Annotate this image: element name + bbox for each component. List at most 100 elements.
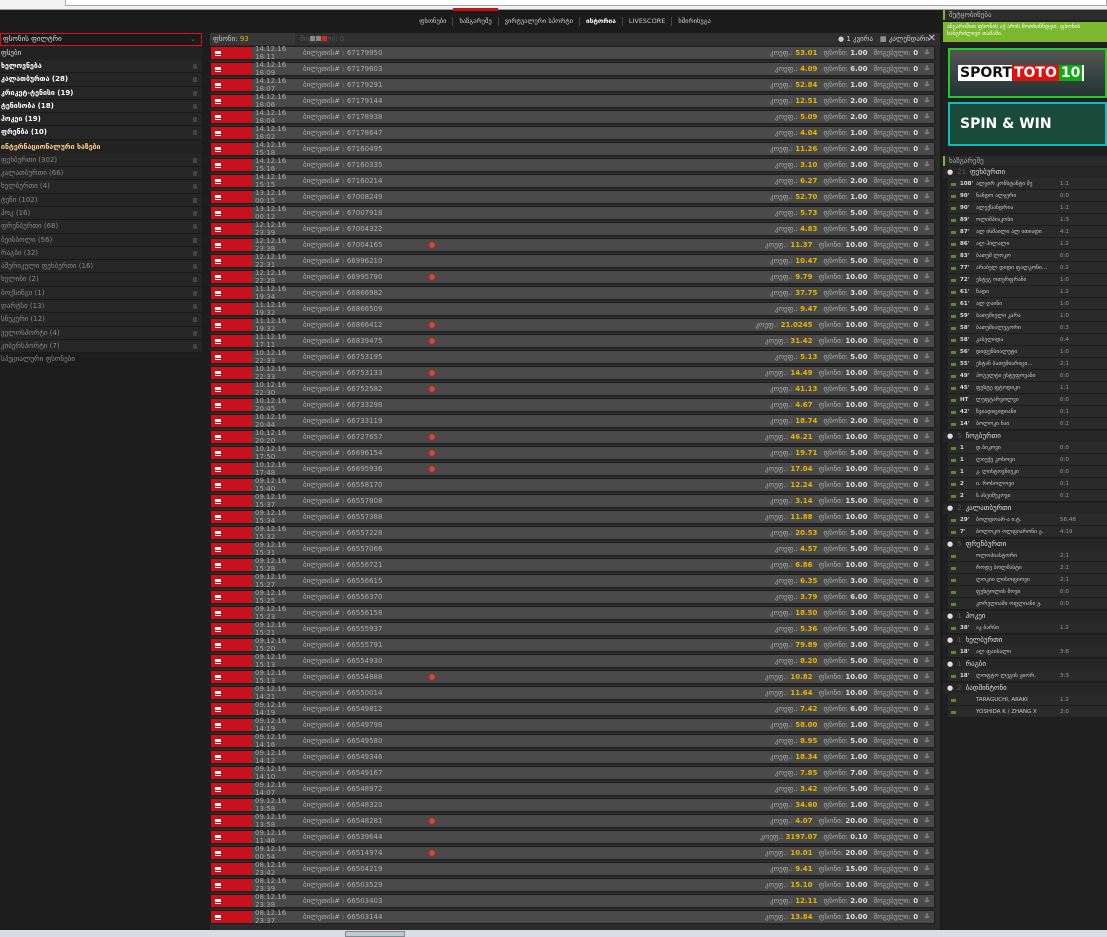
nav-history[interactable]: ისტორია	[579, 16, 622, 26]
checkbox[interactable]	[193, 264, 197, 270]
table-row[interactable]: 09.12.16 00:54 ბილეთის# : 66514974 კოეფ.: …	[210, 845, 935, 861]
table-row[interactable]: 09.12.16 14:12 ბილეთის# : 66549346 კოეფ.: …	[210, 749, 935, 765]
live-event[interactable]: კორელიამი ოფლიანი ჟ. 0:0	[948, 598, 1107, 610]
table-row[interactable]: 11.12.16 19:32 ბილეთის# : 66866412 კოეფ.: …	[210, 317, 935, 333]
sidebar-item[interactable]: დარტსი (13)	[0, 300, 202, 314]
expand-chevron-icon[interactable]: ≚	[924, 305, 930, 313]
expand-chevron-icon[interactable]: ≚	[924, 641, 930, 649]
expand-chevron-icon[interactable]: ≚	[924, 65, 930, 73]
table-row[interactable]: 08.12.16 23:38 ბილეთის# : 66503403 კოეფ.: …	[210, 893, 935, 909]
checkbox[interactable]	[193, 250, 197, 256]
expand-chevron-icon[interactable]: ≚	[924, 97, 930, 105]
live-event[interactable]: 56' დიფენსიალუტი 1:0	[948, 346, 1107, 358]
sidebar-item[interactable]: რაგბი (32)	[0, 247, 202, 261]
table-row[interactable]: 14.12.16 18:06 ბილეთის# : 67179144 კოეფ.: …	[210, 93, 935, 109]
table-row[interactable]: 14.12.16 18:02 ბილეთის# : 67178647 კოეფ.: …	[210, 125, 935, 141]
checkbox[interactable]	[193, 197, 197, 203]
table-row[interactable]: 13.12.16 00:15 ბილეთის# : 67008249 კოეფ.: …	[210, 189, 935, 205]
sport-filter-select[interactable]: ფსონის ფილტრი ⌄	[0, 33, 202, 46]
live-sport-header[interactable]: ● 1 რაგბი	[943, 659, 1107, 670]
expand-chevron-icon[interactable]: ≚	[924, 401, 930, 409]
expand-chevron-icon[interactable]: ≚	[924, 289, 930, 297]
table-row[interactable]: 10.12.16 17:50 ბილეთის# : 66696154 კოეფ.: …	[210, 445, 935, 461]
expand-chevron-icon[interactable]: ≚	[924, 769, 930, 777]
live-event[interactable]: 2 ი. როსოლოვი 0:1	[948, 478, 1107, 490]
sidebar-item[interactable]: ხელოვნება	[0, 60, 202, 74]
table-row[interactable]: 14.12.16 18:07 ბილეთის# : 67179291 კოეფ.: …	[210, 77, 935, 93]
checkbox[interactable]	[193, 103, 197, 109]
table-row[interactable]: 11.12.16 19:34 ბილეთის# : 66866982 კოეფ.: …	[210, 285, 935, 301]
live-event[interactable]: 58' კასელიდა 0:4	[948, 334, 1107, 346]
table-row[interactable]: 14.12.16 18:11 ბილეთის# : 67179950 კოეფ.: …	[210, 45, 935, 61]
table-row[interactable]: 08.12.16 23:42 ბილეთის# : 66504219 კოეფ.: …	[210, 861, 935, 877]
table-row[interactable]: 10.12.16 17:48 ბილეთის# : 66695936 კოეფ.: …	[210, 461, 935, 477]
sidebar-item[interactable]: სნუკერი (12)	[0, 313, 202, 327]
expand-chevron-icon[interactable]: ≚	[924, 897, 930, 905]
expand-chevron-icon[interactable]: ≚	[924, 193, 930, 201]
table-row[interactable]: 10.12.16 20:45 ბილეთის# : 66733298 კოეფ.: …	[210, 397, 935, 413]
expand-chevron-icon[interactable]: ≚	[924, 449, 930, 457]
expand-chevron-icon[interactable]: ≚	[924, 225, 930, 233]
live-event[interactable]: 90' ალექსანდრია 1:1	[948, 202, 1107, 214]
taskbar-button[interactable]	[345, 931, 405, 937]
expand-chevron-icon[interactable]: ≚	[924, 801, 930, 809]
checkbox[interactable]	[193, 224, 197, 230]
live-event[interactable]: 1 ლიუქვ კოსოვი 0:0	[948, 454, 1107, 466]
live-event[interactable]: ფუხტოლის მოვი 0:0	[948, 586, 1107, 598]
checkbox[interactable]	[193, 117, 197, 123]
table-row[interactable]: 12.12.16 23:39 ბილეთის# : 67004322 კოეფ.: …	[210, 221, 935, 237]
checkbox[interactable]	[193, 210, 197, 216]
live-event[interactable]: YOSHIDA K / ZHANG X 2:0	[948, 706, 1107, 718]
table-row[interactable]: 09.12.16 14:07 ბილეთის# : 66548972 კოეფ.: …	[210, 781, 935, 797]
table-row[interactable]: 09.12.16 15:27 ბილეთის# : 66556615 კოეფ.: …	[210, 573, 935, 589]
expand-chevron-icon[interactable]: ≚	[924, 417, 930, 425]
nav-faq[interactable]: ხშირიხვგა	[671, 16, 716, 26]
expand-chevron-icon[interactable]: ≚	[924, 673, 930, 681]
tab-bets-count[interactable]: ფსონი: 93	[210, 33, 295, 45]
live-event[interactable]: 18' ლოფტო ლეგის ჟიორ. 3:3	[948, 670, 1107, 682]
checkbox[interactable]	[193, 237, 197, 243]
table-row[interactable]: 10.12.16 22:33 ბილეთის# : 66753133 კოეფ.: …	[210, 365, 935, 381]
live-event[interactable]: 86' ალ ჰილალი 1:2	[948, 238, 1107, 250]
table-row[interactable]: 12.12.16 23:38 ბილეთის# : 67004165 კოეფ.: …	[210, 237, 935, 253]
expand-chevron-icon[interactable]: ≚	[924, 849, 930, 857]
checkbox[interactable]	[193, 290, 197, 296]
table-row[interactable]: 09.12.16 15:13 ბილეთის# : 66554930 კოეფ.: …	[210, 653, 935, 669]
sidebar-item[interactable]: სპეციალური ფსონები	[0, 353, 202, 367]
checkbox[interactable]	[193, 317, 197, 323]
expand-chevron-icon[interactable]: ≚	[924, 353, 930, 361]
table-row[interactable]: 09.12.16 15:23 ბილეთის# : 66556158 კოეფ.: …	[210, 605, 935, 621]
live-event[interactable]: 108' ალჟირ კონსტანტი შე 1:1	[948, 178, 1107, 190]
expand-chevron-icon[interactable]: ≚	[924, 161, 930, 169]
live-event[interactable]: 29' ბოლდოარ-ა ი.ტ. 56:48	[948, 514, 1107, 526]
checkbox[interactable]	[193, 184, 197, 190]
expand-chevron-icon[interactable]: ≚	[924, 737, 930, 745]
table-row[interactable]: 09.12.16 14:16 ბილეთის# : 66549580 კოეფ.: …	[210, 733, 935, 749]
live-event[interactable]: ლოკიი ლისოფიოვი 2:1	[948, 574, 1107, 586]
live-event[interactable]: 38' აკ ბარსი 1:2	[948, 622, 1107, 634]
table-row[interactable]: 08.12.16 23:39 ბილეთის# : 66503529 კოეფ.: …	[210, 877, 935, 893]
expand-chevron-icon[interactable]: ≚	[924, 577, 930, 585]
sidebar-item[interactable]: ჰოკ (16)	[0, 207, 202, 221]
expand-chevron-icon[interactable]: ≚	[924, 561, 930, 569]
table-row[interactable]: 09.12.16 15:21 ბილეთის# : 66555937 კოეფ.: …	[210, 621, 935, 637]
expand-chevron-icon[interactable]: ≚	[924, 705, 930, 713]
live-event[interactable]: 55' ესტან ბათუმიარიცი... 2:1	[948, 358, 1107, 370]
checkbox[interactable]	[193, 64, 197, 69]
expand-chevron-icon[interactable]: ≚	[924, 497, 930, 505]
sidebar-item[interactable]: ბოქსინგი (1)	[0, 287, 202, 301]
live-sport-header[interactable]: ● 5 ჩოგბურთი	[943, 431, 1107, 442]
expand-chevron-icon[interactable]: ≚	[924, 513, 930, 521]
expand-chevron-icon[interactable]: ≚	[924, 657, 930, 665]
live-event[interactable]: 59' ბათუმიელი კარა 1:0	[948, 310, 1107, 322]
table-row[interactable]: 14.12.16 15:15 ბილეთის# : 67160214 კოეფ.: …	[210, 173, 935, 189]
live-event[interactable]: TARAGUCHI, ARAKI 1:2	[948, 694, 1107, 706]
expand-chevron-icon[interactable]: ≚	[924, 209, 930, 217]
table-row[interactable]: 10.12.16 20:20 ბილეთის# : 66727657 კოეფ.: …	[210, 429, 935, 445]
expand-chevron-icon[interactable]: ≚	[924, 145, 930, 153]
table-row[interactable]: 09.12.16 15:31 ბილეთის# : 66557066 კოეფ.: …	[210, 541, 935, 557]
sidebar-item[interactable]: ტენისობა (18)	[0, 100, 202, 114]
checkbox[interactable]	[193, 157, 197, 163]
live-event[interactable]: 18' ალ ფაისალი 3:8	[948, 646, 1107, 658]
expand-chevron-icon[interactable]: ≚	[924, 49, 930, 57]
